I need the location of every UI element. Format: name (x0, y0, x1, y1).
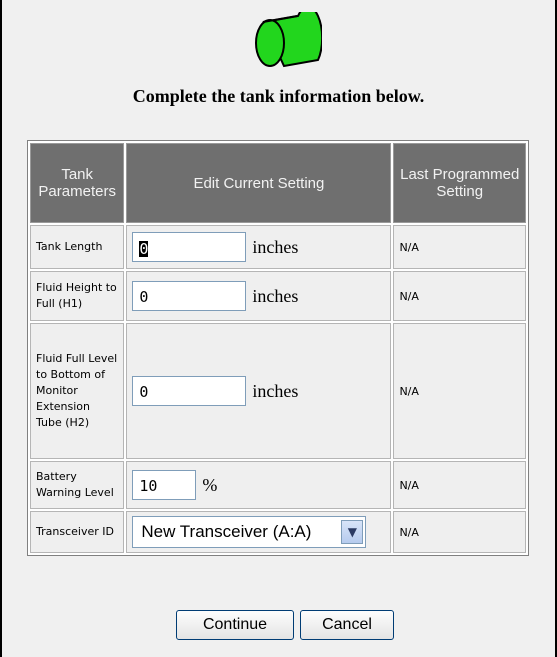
table-row: Fluid Height to Full (H1) 0 inches N/A (30, 271, 526, 321)
table-row: Tank Length 0 inches N/A (30, 225, 526, 269)
tank-icon (255, 12, 322, 68)
edit-cell: 0 inches (126, 271, 392, 321)
last-setting-value: N/A (393, 461, 526, 509)
last-setting-value: N/A (393, 511, 526, 553)
fluid-full-level-input[interactable]: 0 (132, 376, 247, 406)
row-label-battery-warning: Battery Warning Level (30, 461, 125, 509)
unit-label: % (202, 474, 218, 495)
unit-label: inches (252, 236, 299, 257)
cancel-button[interactable]: Cancel (300, 610, 394, 640)
row-label-fluid-height: Fluid Height to Full (H1) (30, 271, 125, 321)
header-tank-parameters: Tank Parameters (30, 143, 125, 223)
last-setting-value: N/A (393, 323, 526, 459)
edit-cell: 0 inches (126, 225, 392, 269)
row-label-tank-length: Tank Length (30, 225, 125, 269)
header-last-programmed-setting: Last Programmed Setting (393, 143, 526, 223)
edit-cell: New Transceiver (A:A) ▼ (126, 511, 392, 553)
transceiver-select[interactable]: New Transceiver (A:A) ▼ (132, 516, 367, 548)
transceiver-selected-value: New Transceiver (A:A) (141, 522, 312, 541)
table-header-row: Tank Parameters Edit Current Setting Las… (30, 143, 526, 223)
last-setting-value: N/A (393, 271, 526, 321)
row-label-fluid-full-level: Fluid Full Level to Bottom of Monitor Ex… (30, 323, 125, 459)
chevron-down-icon[interactable]: ▼ (341, 520, 364, 544)
edit-cell: 10% (126, 461, 392, 509)
row-label-transceiver-id: Transceiver ID (30, 511, 125, 553)
text-cursor: 0 (139, 239, 149, 258)
tank-length-input[interactable]: 0 (132, 232, 247, 262)
table-row: Battery Warning Level 10% N/A (30, 461, 526, 509)
unit-label: inches (252, 285, 299, 306)
table-row: Fluid Full Level to Bottom of Monitor Ex… (30, 323, 526, 459)
header-edit-current-setting: Edit Current Setting (126, 143, 392, 223)
unit-label: inches (252, 380, 299, 401)
table-row: Transceiver ID New Transceiver (A:A) ▼ N… (30, 511, 526, 553)
last-setting-value: N/A (393, 225, 526, 269)
battery-warning-input[interactable]: 10 (132, 470, 197, 500)
tank-parameters-table: Tank Parameters Edit Current Setting Las… (27, 140, 529, 556)
edit-cell: 0 inches (126, 323, 392, 459)
fluid-height-input[interactable]: 0 (132, 281, 247, 311)
continue-button[interactable]: Continue (176, 610, 294, 640)
page-heading: Complete the tank information below. (132, 86, 425, 106)
